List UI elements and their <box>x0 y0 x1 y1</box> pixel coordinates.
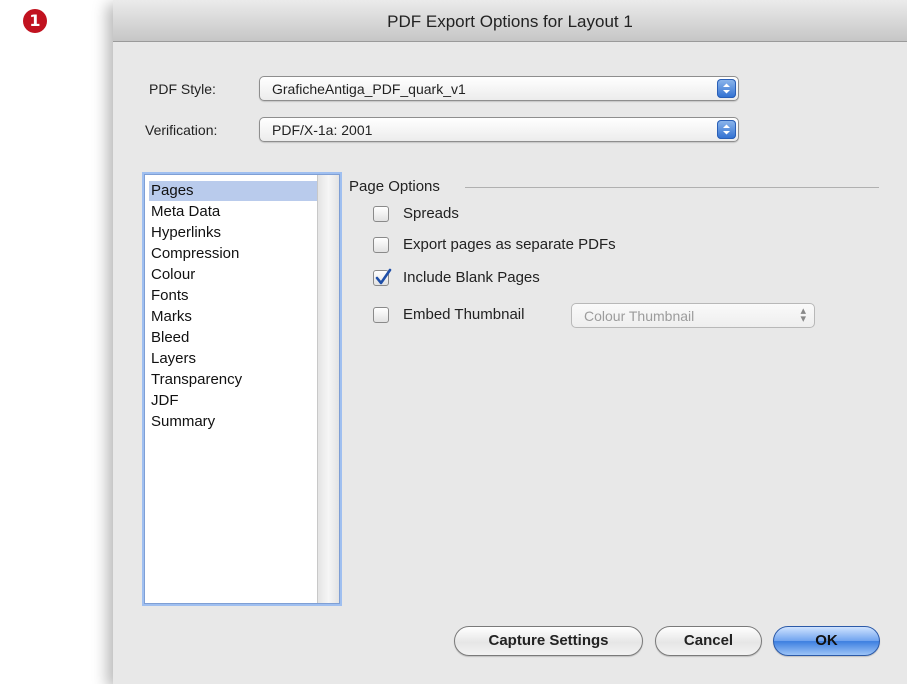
category-item-jdf[interactable]: JDF <box>149 391 319 411</box>
thumbnail-type-popup[interactable]: Colour Thumbnail ▴ ▾ <box>571 303 815 328</box>
embed-thumbnail-label: Embed Thumbnail <box>403 306 525 323</box>
up-down-chevron-icon <box>717 79 736 98</box>
screenshot-root: 1 PDF Export Options for Layout 1 PDF St… <box>0 0 907 684</box>
category-item-transparency[interactable]: Transparency <box>149 370 319 390</box>
category-item-compression[interactable]: Compression <box>149 244 319 264</box>
category-item-summary[interactable]: Summary <box>149 412 319 432</box>
spreads-checkbox[interactable] <box>373 206 389 222</box>
step-number-badge: 1 <box>23 9 47 33</box>
category-item-marks[interactable]: Marks <box>149 307 319 327</box>
spreads-option[interactable]: Spreads <box>373 205 573 225</box>
blank-pages-option[interactable]: Include Blank Pages <box>373 268 623 289</box>
pdf-style-label: PDF Style: <box>149 81 216 97</box>
pdf-style-value: GraficheAntiga_PDF_quark_v1 <box>272 81 466 97</box>
thumbnail-type-value: Colour Thumbnail <box>584 308 695 324</box>
category-item-hyperlinks[interactable]: Hyperlinks <box>149 223 319 243</box>
separate-pdfs-option[interactable]: Export pages as separate PDFs <box>373 236 673 256</box>
separate-pdfs-checkbox[interactable] <box>373 237 389 253</box>
embed-thumbnail-option[interactable]: Embed Thumbnail <box>373 306 563 326</box>
list-scrollbar[interactable] <box>317 175 339 603</box>
verification-value: PDF/X-1a: 2001 <box>272 122 373 138</box>
checkmark-icon <box>375 268 392 285</box>
verification-popup[interactable]: PDF/X-1a: 2001 <box>259 117 739 142</box>
category-list[interactable]: Pages Meta Data Hyperlinks Compression C… <box>144 174 340 604</box>
title-bar[interactable]: PDF Export Options for Layout 1 <box>113 0 907 42</box>
spreads-label: Spreads <box>403 205 459 222</box>
window-title: PDF Export Options for Layout 1 <box>387 12 633 31</box>
verification-label: Verification: <box>145 122 218 138</box>
separate-pdfs-label: Export pages as separate PDFs <box>403 236 616 253</box>
category-item-bleed[interactable]: Bleed <box>149 328 319 348</box>
category-item-meta-data[interactable]: Meta Data <box>149 202 319 222</box>
blank-pages-label: Include Blank Pages <box>403 269 540 286</box>
group-divider <box>465 187 879 188</box>
blank-pages-checkbox[interactable] <box>373 268 392 286</box>
category-item-layers[interactable]: Layers <box>149 349 319 369</box>
ok-button[interactable]: OK <box>773 626 880 656</box>
pdf-export-options-dialog: PDF Export Options for Layout 1 PDF Styl… <box>113 0 907 684</box>
category-item-pages[interactable]: Pages <box>149 181 319 201</box>
up-down-chevron-icon <box>717 120 736 139</box>
category-item-fonts[interactable]: Fonts <box>149 286 319 306</box>
page-options-heading: Page Options <box>349 178 440 195</box>
up-down-chevron-icon: ▴ ▾ <box>800 305 806 325</box>
pdf-style-popup[interactable]: GraficheAntiga_PDF_quark_v1 <box>259 76 739 101</box>
cancel-button[interactable]: Cancel <box>655 626 762 656</box>
category-item-colour[interactable]: Colour <box>149 265 319 285</box>
capture-settings-button[interactable]: Capture Settings <box>454 626 643 656</box>
embed-thumbnail-checkbox[interactable] <box>373 307 389 323</box>
